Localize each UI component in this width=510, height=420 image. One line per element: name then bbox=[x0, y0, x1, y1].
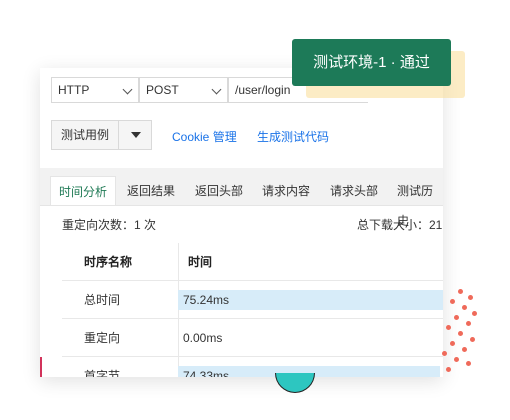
decorative-teal-shape bbox=[275, 373, 315, 393]
testcase-button[interactable]: 测试用例 bbox=[52, 121, 118, 149]
decorative-dot bbox=[450, 299, 455, 304]
table-row: 首字节 74.33ms bbox=[40, 357, 443, 377]
section-divider bbox=[40, 168, 443, 176]
row-name: 重定向 bbox=[84, 331, 121, 345]
tab-time-analysis[interactable]: 时间分析 bbox=[50, 176, 116, 206]
row-name: 首字节 bbox=[84, 369, 121, 377]
decorative-dot bbox=[466, 361, 471, 366]
table-row: 重定向 0.00ms bbox=[62, 319, 443, 357]
url-value: /user/login bbox=[235, 83, 291, 97]
tab-response-headers[interactable]: 返回头部 bbox=[195, 176, 243, 206]
decorative-dot bbox=[462, 305, 467, 310]
chevron-down-icon bbox=[122, 84, 133, 95]
header-name: 时序名称 bbox=[84, 255, 133, 269]
decorative-dot bbox=[470, 337, 475, 342]
decorative-dot bbox=[468, 295, 473, 300]
request-panel: HTTP POST /user/login 测试用例 Cookie 管理 生成测… bbox=[40, 68, 443, 377]
decorative-dot bbox=[458, 331, 463, 336]
decorative-dot-pattern bbox=[440, 285, 480, 375]
status-toast: 测试环境-1 · 通过 bbox=[292, 39, 451, 86]
decorative-dot bbox=[450, 341, 455, 346]
decorative-dot bbox=[442, 351, 447, 356]
protocol-select[interactable]: HTTP bbox=[51, 77, 139, 103]
caret-down-icon[interactable] bbox=[131, 132, 141, 138]
decorative-dot bbox=[446, 325, 451, 330]
table-header-row: 时序名称 时间 bbox=[62, 243, 443, 281]
decorative-dot bbox=[458, 289, 463, 294]
chevron-down-icon bbox=[211, 84, 222, 95]
row-time: 0.00ms bbox=[183, 331, 223, 345]
row-time: 74.33ms bbox=[183, 369, 230, 377]
tab-request-headers[interactable]: 请求头部 bbox=[330, 176, 378, 206]
method-select[interactable]: POST bbox=[139, 77, 228, 103]
tab-divider bbox=[40, 205, 443, 206]
column-divider bbox=[178, 243, 179, 280]
download-size: 总下载大小：21 b bbox=[357, 218, 443, 232]
tab-request-content[interactable]: 请求内容 bbox=[262, 176, 310, 206]
tab-response-body[interactable]: 返回结果 bbox=[127, 176, 175, 206]
protocol-value: HTTP bbox=[58, 83, 90, 97]
header-time: 时间 bbox=[188, 255, 213, 269]
column-divider bbox=[178, 319, 179, 356]
method-value: POST bbox=[146, 83, 179, 97]
decorative-dot bbox=[454, 315, 459, 320]
generate-code-link[interactable]: 生成测试代码 bbox=[257, 128, 329, 145]
row-time: 75.24ms bbox=[183, 293, 230, 307]
decorative-dot bbox=[462, 347, 467, 352]
decorative-dot bbox=[472, 311, 477, 316]
split-divider bbox=[118, 121, 119, 149]
row-name: 总时间 bbox=[84, 293, 121, 307]
decorative-dot bbox=[446, 367, 451, 372]
cookie-manage-link[interactable]: Cookie 管理 bbox=[172, 128, 237, 145]
tab-test-history[interactable]: 测试历史 bbox=[397, 176, 443, 228]
testcase-split-button: 测试用例 bbox=[51, 120, 152, 150]
row-highlight-marker bbox=[40, 357, 42, 377]
decorative-dot bbox=[466, 321, 471, 326]
table-row: 总时间 75.24ms bbox=[62, 281, 443, 319]
result-tabs: 时间分析 返回结果 返回头部 请求内容 请求头部 测试历史 bbox=[40, 176, 443, 228]
redirect-count: 重定向次数：1 次 bbox=[62, 218, 157, 232]
decorative-dot bbox=[454, 357, 459, 362]
